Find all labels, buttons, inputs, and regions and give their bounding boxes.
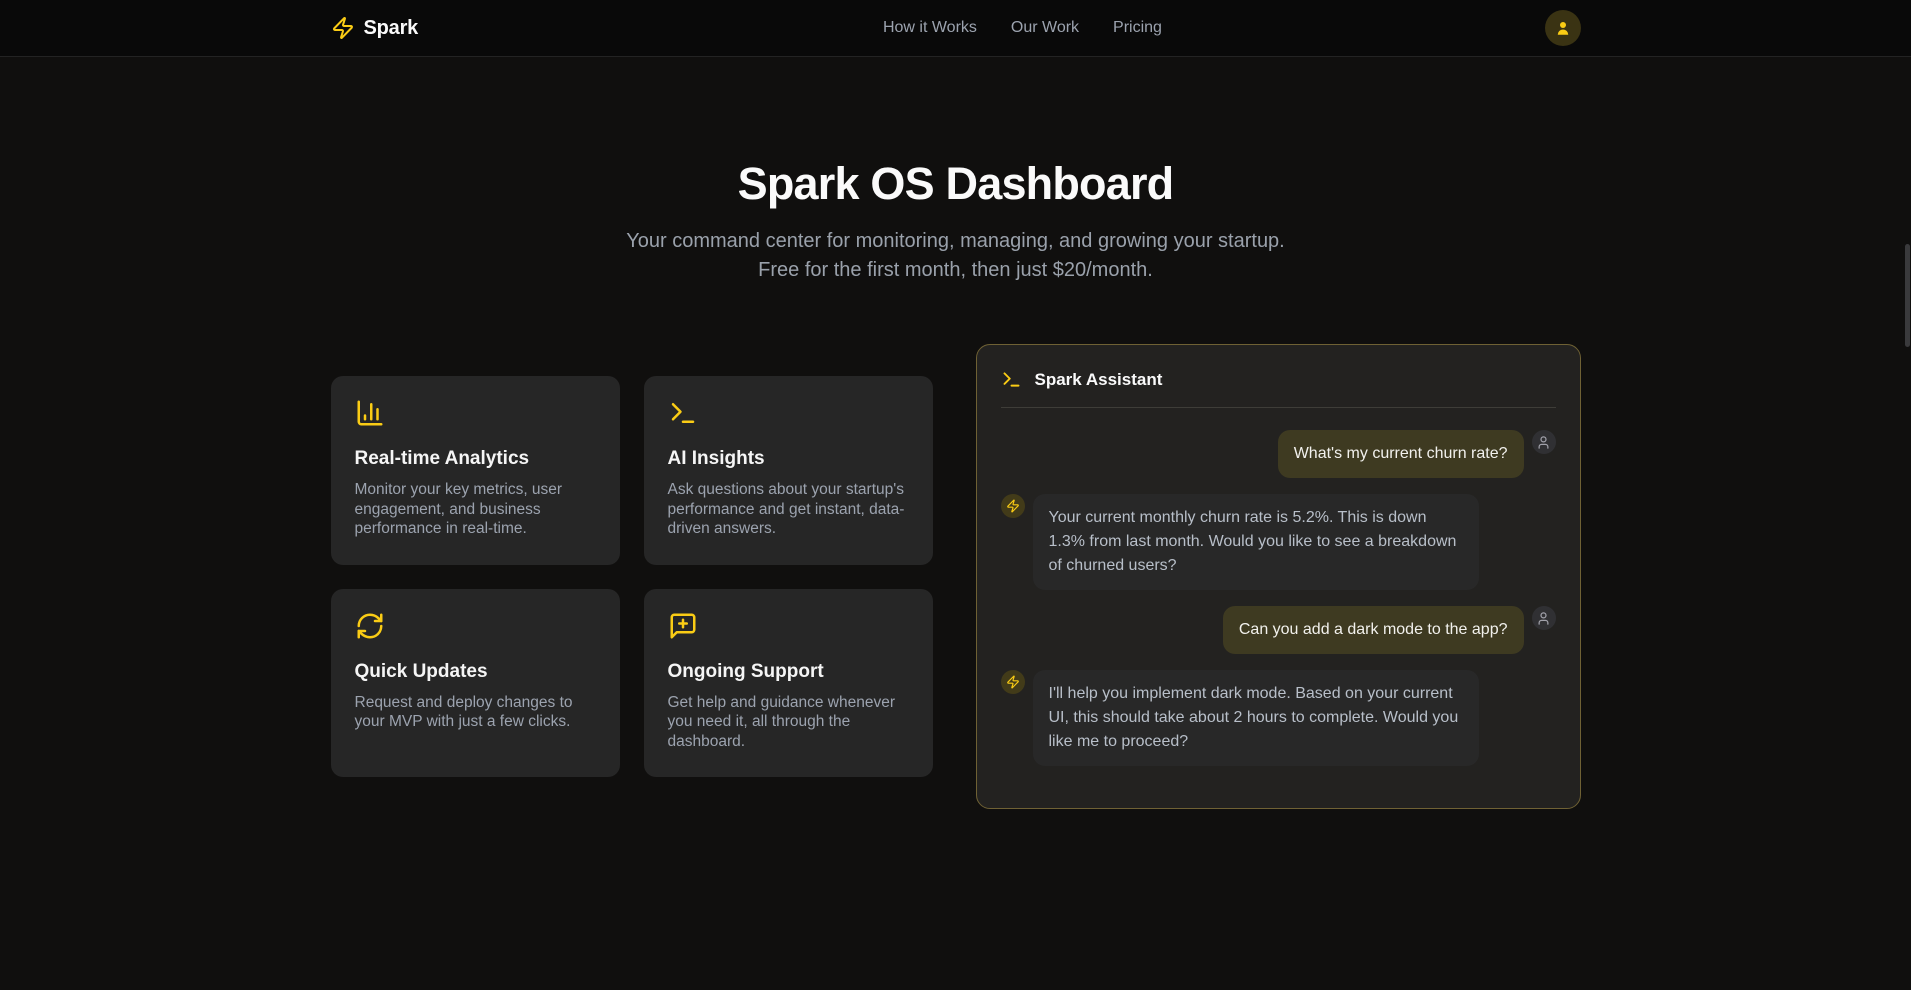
zap-icon — [1006, 499, 1020, 513]
terminal-icon — [668, 398, 909, 428]
nav-link-pricing[interactable]: Pricing — [1113, 19, 1162, 37]
user-avatar — [1532, 606, 1556, 630]
content-row: Real-time Analytics Monitor your key met… — [331, 344, 1581, 809]
brand-name: Spark — [364, 17, 419, 40]
user-icon — [1554, 19, 1572, 37]
feature-description: Monitor your key metrics, user engagemen… — [355, 480, 596, 539]
nav-link-how-it-works[interactable]: How it Works — [883, 19, 977, 37]
user-icon — [1536, 435, 1551, 450]
account-avatar-button[interactable] — [1545, 10, 1581, 46]
feature-description: Ask questions about your startup's perfo… — [668, 480, 909, 539]
page-title: Spark OS Dashboard — [0, 157, 1911, 211]
feature-title: Real-time Analytics — [355, 448, 596, 470]
feature-card-realtime-analytics: Real-time Analytics Monitor your key met… — [331, 376, 620, 565]
feature-title: AI Insights — [668, 448, 909, 470]
user-avatar — [1532, 430, 1556, 454]
assistant-message-bubble: I'll help you implement dark mode. Based… — [1033, 670, 1479, 766]
user-message-bubble: Can you add a dark mode to the app? — [1223, 606, 1524, 654]
feature-title: Ongoing Support — [668, 661, 909, 683]
assistant-avatar — [1001, 494, 1025, 518]
chat-message-assistant: I'll help you implement dark mode. Based… — [1001, 670, 1556, 766]
terminal-icon — [1001, 369, 1022, 390]
zap-icon — [1006, 675, 1020, 689]
page-scrollbar[interactable] — [1905, 244, 1910, 347]
assistant-avatar — [1001, 670, 1025, 694]
feature-title: Quick Updates — [355, 661, 596, 683]
hero-section: Spark OS Dashboard Your command center f… — [0, 57, 1911, 284]
feature-card-ongoing-support: Ongoing Support Get help and guidance wh… — [644, 589, 933, 778]
nav-links: How it Works Our Work Pricing — [883, 19, 1162, 37]
nav-link-our-work[interactable]: Our Work — [1011, 19, 1079, 37]
chat-message-assistant: Your current monthly churn rate is 5.2%.… — [1001, 494, 1556, 590]
feature-card-quick-updates: Quick Updates Request and deploy changes… — [331, 589, 620, 778]
features-grid: Real-time Analytics Monitor your key met… — [331, 376, 933, 777]
feature-description: Request and deploy changes to your MVP w… — [355, 693, 596, 732]
zap-icon — [331, 16, 355, 40]
assistant-message-bubble: Your current monthly churn rate is 5.2%.… — [1033, 494, 1479, 590]
assistant-title: Spark Assistant — [1035, 370, 1163, 390]
chat-messages: What's my current churn rate? Your curre… — [1001, 430, 1556, 766]
chat-message-user: What's my current churn rate? — [1001, 430, 1556, 478]
page: Spark How it Works Our Work Pricing Spar… — [0, 0, 1911, 990]
user-message-bubble: What's my current churn rate? — [1278, 430, 1524, 478]
feature-card-ai-insights: AI Insights Ask questions about your sta… — [644, 376, 933, 565]
user-icon — [1536, 611, 1551, 626]
chart-column-icon — [355, 398, 596, 428]
top-navigation: Spark How it Works Our Work Pricing — [0, 0, 1911, 57]
brand-logo[interactable]: Spark — [331, 16, 419, 40]
page-subtitle: Your command center for monitoring, mana… — [606, 227, 1306, 284]
refresh-icon — [355, 611, 596, 641]
feature-description: Get help and guidance whenever you need … — [668, 693, 909, 752]
chat-message-user: Can you add a dark mode to the app? — [1001, 606, 1556, 654]
assistant-header: Spark Assistant — [1001, 369, 1556, 408]
spark-assistant-panel: Spark Assistant What's my current churn … — [976, 344, 1581, 809]
message-square-plus-icon — [668, 611, 909, 641]
